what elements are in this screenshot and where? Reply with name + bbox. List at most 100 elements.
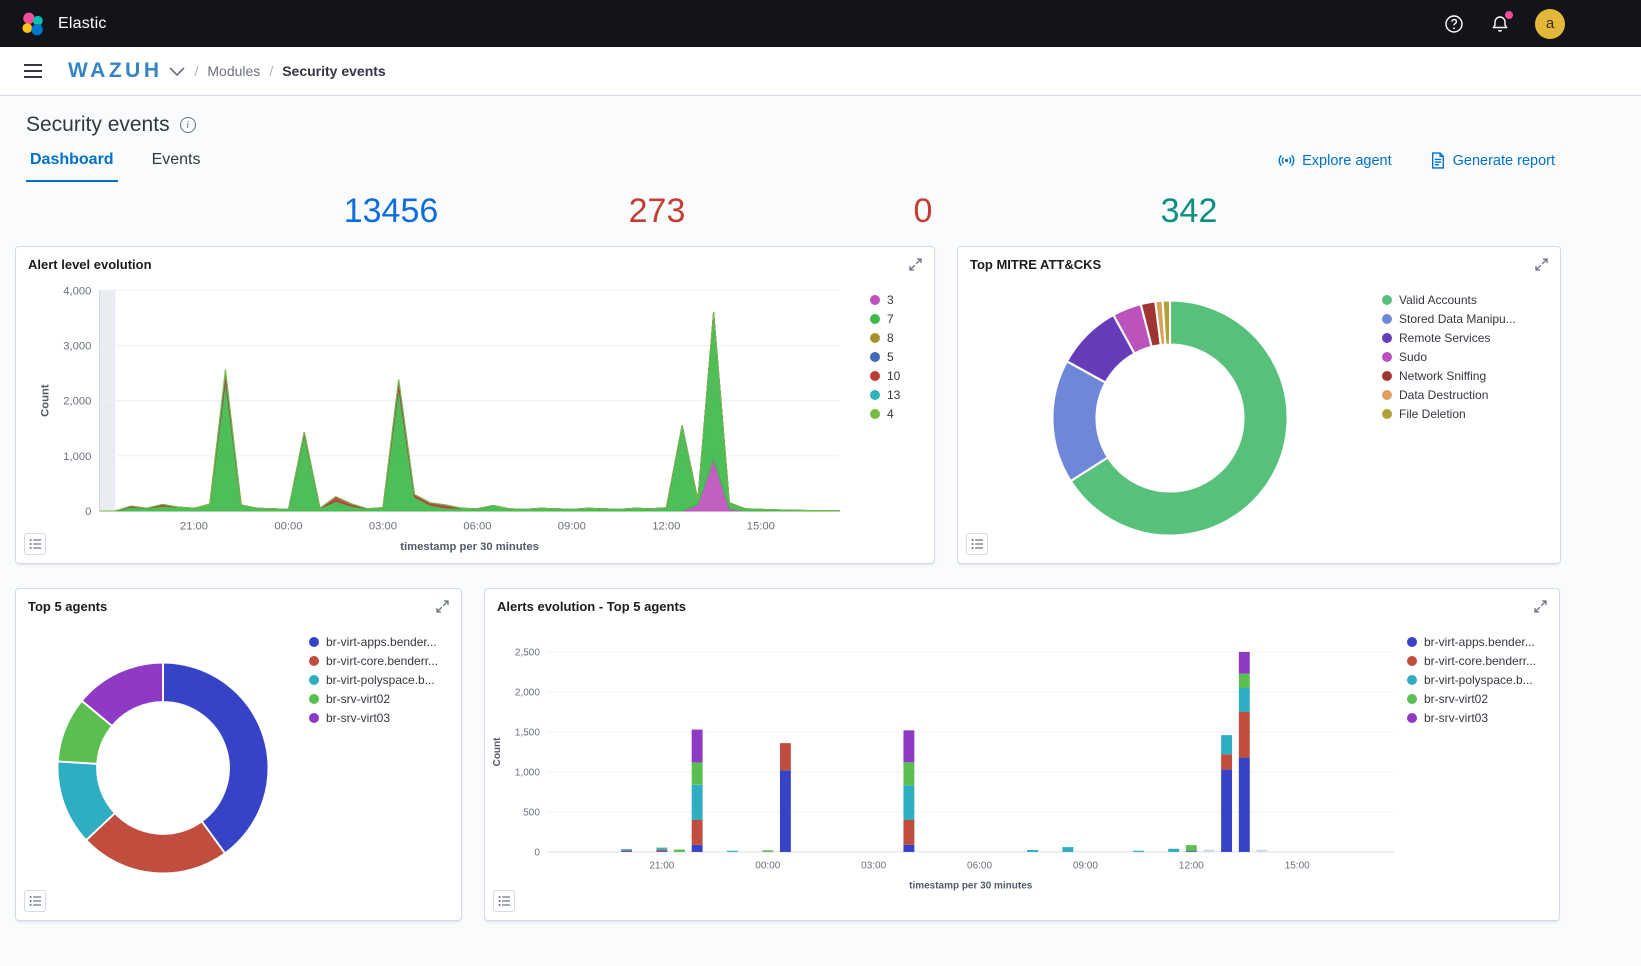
help-icon[interactable] (1443, 13, 1465, 35)
explore-agent-button[interactable]: Explore agent (1278, 152, 1391, 169)
legend-item[interactable]: 10 (870, 369, 926, 383)
legend-label: br-srv-virt03 (1424, 711, 1488, 725)
legend-item[interactable]: 13 (870, 388, 926, 402)
legend-label: 7 (887, 312, 894, 326)
tab-dashboard[interactable]: Dashboard (26, 139, 118, 182)
metrics-row: 13456 273 0 342 (0, 182, 1641, 240)
legend-item[interactable]: 8 (870, 331, 926, 345)
legend-item[interactable]: br-virt-polyspace.b... (1407, 673, 1551, 687)
panel-alerts-evolution-top-5-agents: Alerts evolution - Top 5 agents 05001,00… (484, 588, 1560, 921)
legend-item[interactable]: Network Sniffing (1382, 369, 1552, 383)
breadcrumb: / Modules / Security events (195, 63, 386, 79)
svg-text:timestamp per 30 minutes: timestamp per 30 minutes (909, 880, 1033, 891)
donut-chart[interactable] (958, 276, 1382, 560)
area-chart[interactable]: 01,0002,0003,0004,00021:0000:0003:0006:0… (16, 276, 870, 560)
donut-chart[interactable] (16, 618, 309, 917)
legend-list-icon[interactable] (966, 533, 988, 555)
legend-list-icon[interactable] (24, 890, 46, 912)
metric-auth-failure: 0 (790, 192, 1056, 231)
legend-item[interactable]: Data Destruction (1382, 388, 1552, 402)
elastic-brand-label: Elastic (58, 15, 107, 33)
app-navbar: WAZUH / Modules / Security events (0, 47, 1641, 96)
legend-item[interactable]: 4 (870, 407, 926, 421)
stacked-bar-chart[interactable]: 05001,0001,5002,0002,50021:0000:0003:000… (485, 618, 1407, 917)
generate-report-button[interactable]: Generate report (1430, 152, 1555, 169)
chart-legend: Valid Accounts Stored Data Manipu... Remot… (1382, 276, 1560, 560)
legend-swatch-icon (1382, 314, 1392, 324)
legend-item[interactable]: 3 (870, 293, 926, 307)
svg-text:1,000: 1,000 (515, 768, 540, 779)
report-document-icon (1430, 152, 1446, 169)
legend-label: br-srv-virt03 (326, 711, 390, 725)
expand-icon[interactable] (1531, 597, 1549, 615)
legend-item[interactable]: 7 (870, 312, 926, 326)
svg-text:03:00: 03:00 (861, 860, 886, 871)
legend-item[interactable]: Stored Data Manipu... (1382, 312, 1552, 326)
legend-label: br-virt-apps.bender... (1424, 635, 1535, 649)
legend-list-icon[interactable] (493, 890, 515, 912)
legend-swatch-icon (309, 656, 319, 666)
legend-label: Stored Data Manipu... (1399, 312, 1516, 326)
chart-legend: 3 7 8 5 10 13 4 (870, 276, 934, 560)
elastic-logo[interactable] (20, 11, 46, 37)
svg-text:2,000: 2,000 (515, 688, 540, 699)
svg-text:21:00: 21:00 (649, 860, 674, 871)
metric-level-12: 273 (524, 192, 790, 231)
svg-text:21:00: 21:00 (180, 520, 208, 532)
legend-swatch-icon (309, 637, 319, 647)
expand-icon[interactable] (433, 597, 451, 615)
svg-text:4,000: 4,000 (63, 285, 91, 297)
legend-item[interactable]: br-virt-core.benderr... (1407, 654, 1551, 668)
legend-item[interactable]: 5 (870, 350, 926, 364)
user-avatar[interactable]: a (1535, 9, 1565, 39)
legend-item[interactable]: br-srv-virt02 (309, 692, 453, 706)
legend-item[interactable]: br-srv-virt03 (309, 711, 453, 725)
legend-swatch-icon (870, 390, 880, 400)
legend-item[interactable]: br-virt-apps.bender... (1407, 635, 1551, 649)
wazuh-logo[interactable]: WAZUH (68, 59, 163, 83)
legend-item[interactable]: br-virt-apps.bender... (309, 635, 453, 649)
breadcrumb-modules[interactable]: Modules (207, 63, 260, 79)
svg-text:timestamp per 30 minutes: timestamp per 30 minutes (400, 541, 539, 553)
legend-item[interactable]: br-virt-polyspace.b... (309, 673, 453, 687)
svg-text:0: 0 (534, 848, 540, 859)
tab-events[interactable]: Events (148, 139, 205, 182)
legend-label: 4 (887, 407, 894, 421)
legend-label: Valid Accounts (1399, 293, 1477, 307)
legend-label: br-srv-virt02 (1424, 692, 1488, 706)
chevron-down-icon[interactable] (169, 64, 185, 82)
legend-item[interactable]: Sudo (1382, 350, 1552, 364)
panel-alert-level-evolution: Alert level evolution 01,0002,0003,0004,… (15, 246, 935, 564)
broadcast-icon (1278, 152, 1295, 169)
notification-badge (1505, 11, 1513, 19)
legend-swatch-icon (1407, 656, 1417, 666)
dashboard-content: Alert level evolution 01,0002,0003,0004,… (0, 240, 1641, 921)
legend-item[interactable]: File Deletion (1382, 407, 1552, 421)
legend-swatch-icon (1407, 675, 1417, 685)
page-title: Security events (26, 113, 170, 137)
legend-swatch-icon (1382, 295, 1392, 305)
expand-icon[interactable] (1532, 255, 1550, 273)
legend-item[interactable]: Valid Accounts (1382, 293, 1552, 307)
menu-icon[interactable] (16, 54, 50, 88)
legend-list-icon[interactable] (24, 533, 46, 555)
info-icon[interactable]: i (180, 117, 196, 133)
breadcrumb-current: Security events (282, 63, 386, 79)
metric-auth-success: 342 (1056, 192, 1322, 231)
legend-item[interactable]: br-virt-core.benderr... (309, 654, 453, 668)
svg-text:15:00: 15:00 (747, 520, 775, 532)
alerts-bell-icon[interactable] (1489, 13, 1511, 35)
legend-label: Data Destruction (1399, 388, 1488, 402)
tabs-bar: Dashboard Events Explore agent (0, 139, 1641, 182)
legend-item[interactable]: br-srv-virt03 (1407, 711, 1551, 725)
panel-title: Top 5 agents (28, 599, 107, 614)
expand-icon[interactable] (906, 255, 924, 273)
legend-swatch-icon (1407, 694, 1417, 704)
metric-total-alerts: 13456 (258, 192, 524, 231)
legend-label: br-srv-virt02 (326, 692, 390, 706)
legend-item[interactable]: br-srv-virt02 (1407, 692, 1551, 706)
svg-text:00:00: 00:00 (755, 860, 780, 871)
legend-swatch-icon (309, 675, 319, 685)
legend-label: Remote Services (1399, 331, 1490, 345)
legend-item[interactable]: Remote Services (1382, 331, 1552, 345)
